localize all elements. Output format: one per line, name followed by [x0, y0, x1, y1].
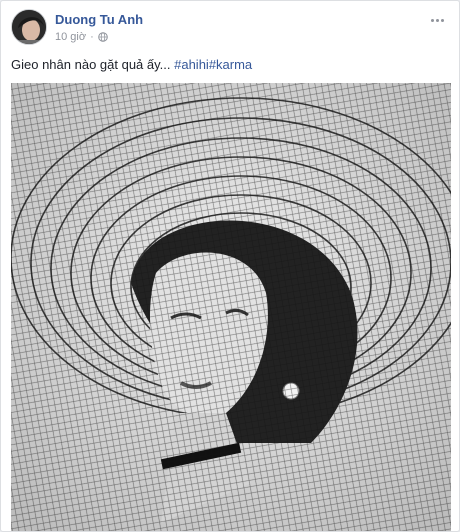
post-message: Gieo nhân nào gặt quả ấy... #ahihi#karma	[11, 57, 252, 72]
post-message-text: Gieo nhân nào gặt quả ấy...	[11, 57, 175, 72]
hashtag-ahihi[interactable]: #ahihi	[174, 57, 209, 72]
hashtag-karma[interactable]: #karma	[209, 57, 252, 72]
author-avatar[interactable]	[11, 9, 47, 45]
feed-post: Duong Tu Anh 10 giờ · Gieo nhân nào gặt …	[0, 0, 460, 532]
globe-icon[interactable]	[97, 32, 108, 42]
author-name[interactable]: Duong Tu Anh	[55, 12, 143, 27]
meta-separator: ·	[90, 31, 94, 43]
post-photo[interactable]	[11, 83, 451, 531]
post-header: Duong Tu Anh 10 giờ ·	[1, 1, 459, 49]
post-timestamp[interactable]: 10 giờ	[55, 31, 86, 43]
post-meta: 10 giờ ·	[55, 31, 108, 43]
more-options-icon[interactable]	[427, 13, 447, 27]
